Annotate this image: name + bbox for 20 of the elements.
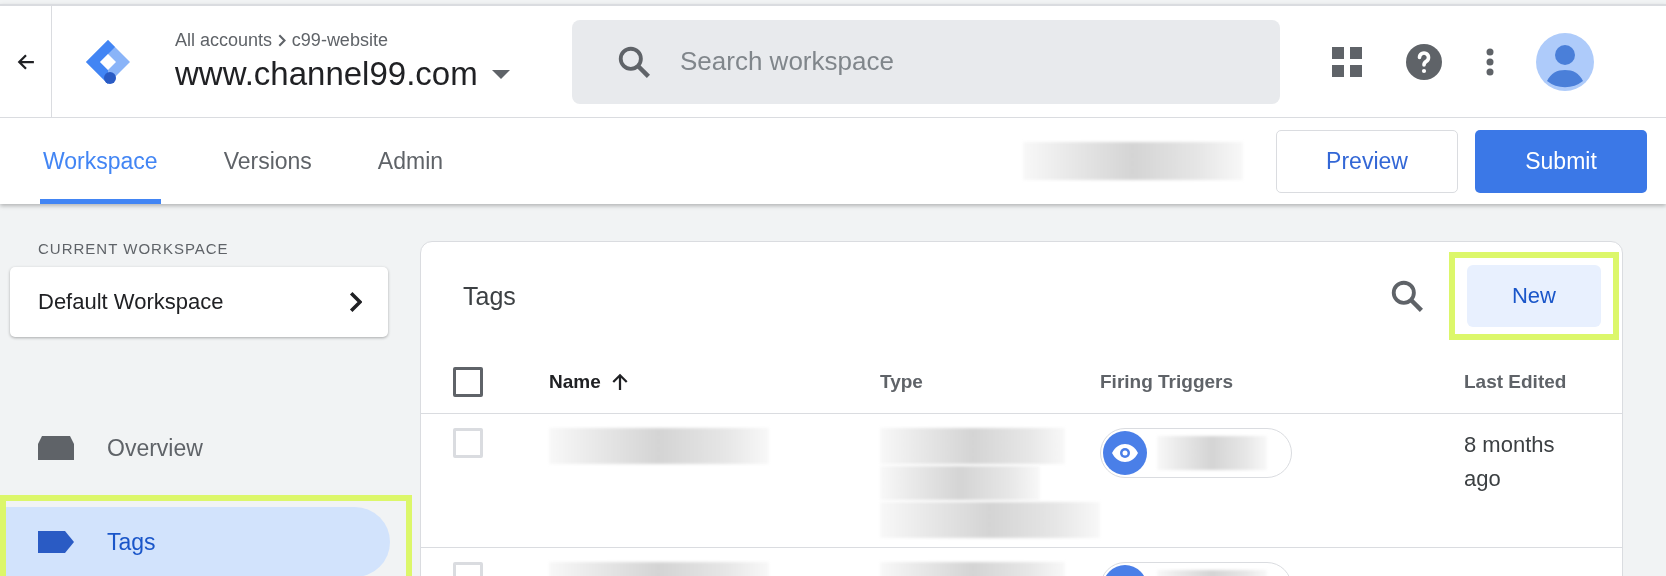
nav-tab[interactable]: Versions: [220, 118, 315, 204]
panel-title: Tags: [463, 281, 517, 311]
search-field[interactable]: Search workspace: [572, 19, 1280, 104]
column-header[interactable]: Firing Triggers: [1100, 370, 1464, 393]
breadcrumb-link[interactable]: All accounts: [175, 30, 273, 51]
sidebar-item[interactable]: Tags: [4, 507, 390, 576]
preview-button[interactable]: Preview: [1276, 129, 1458, 193]
breadcrumb-link[interactable]: c99-website: [291, 30, 388, 51]
container-selector[interactable]: www.channel99.com: [175, 55, 575, 93]
workspace-selector[interactable]: Default Workspace: [10, 267, 388, 337]
nav-tab[interactable]: Admin: [374, 118, 447, 204]
nav-tab[interactable]: Workspace: [40, 118, 161, 204]
section-label: CURRENT WORKSPACE: [38, 240, 230, 257]
last-edited-text: 8 months ago: [1464, 431, 1556, 493]
new-button[interactable]: New: [1467, 265, 1601, 327]
sidebar-item[interactable]: Overview: [4, 413, 390, 483]
column-header[interactable]: Last Edited: [1464, 370, 1622, 393]
submit-button[interactable]: Submit: [1475, 129, 1647, 193]
column-header[interactable]: Type: [880, 370, 1100, 393]
column-header[interactable]: Name: [549, 370, 880, 393]
